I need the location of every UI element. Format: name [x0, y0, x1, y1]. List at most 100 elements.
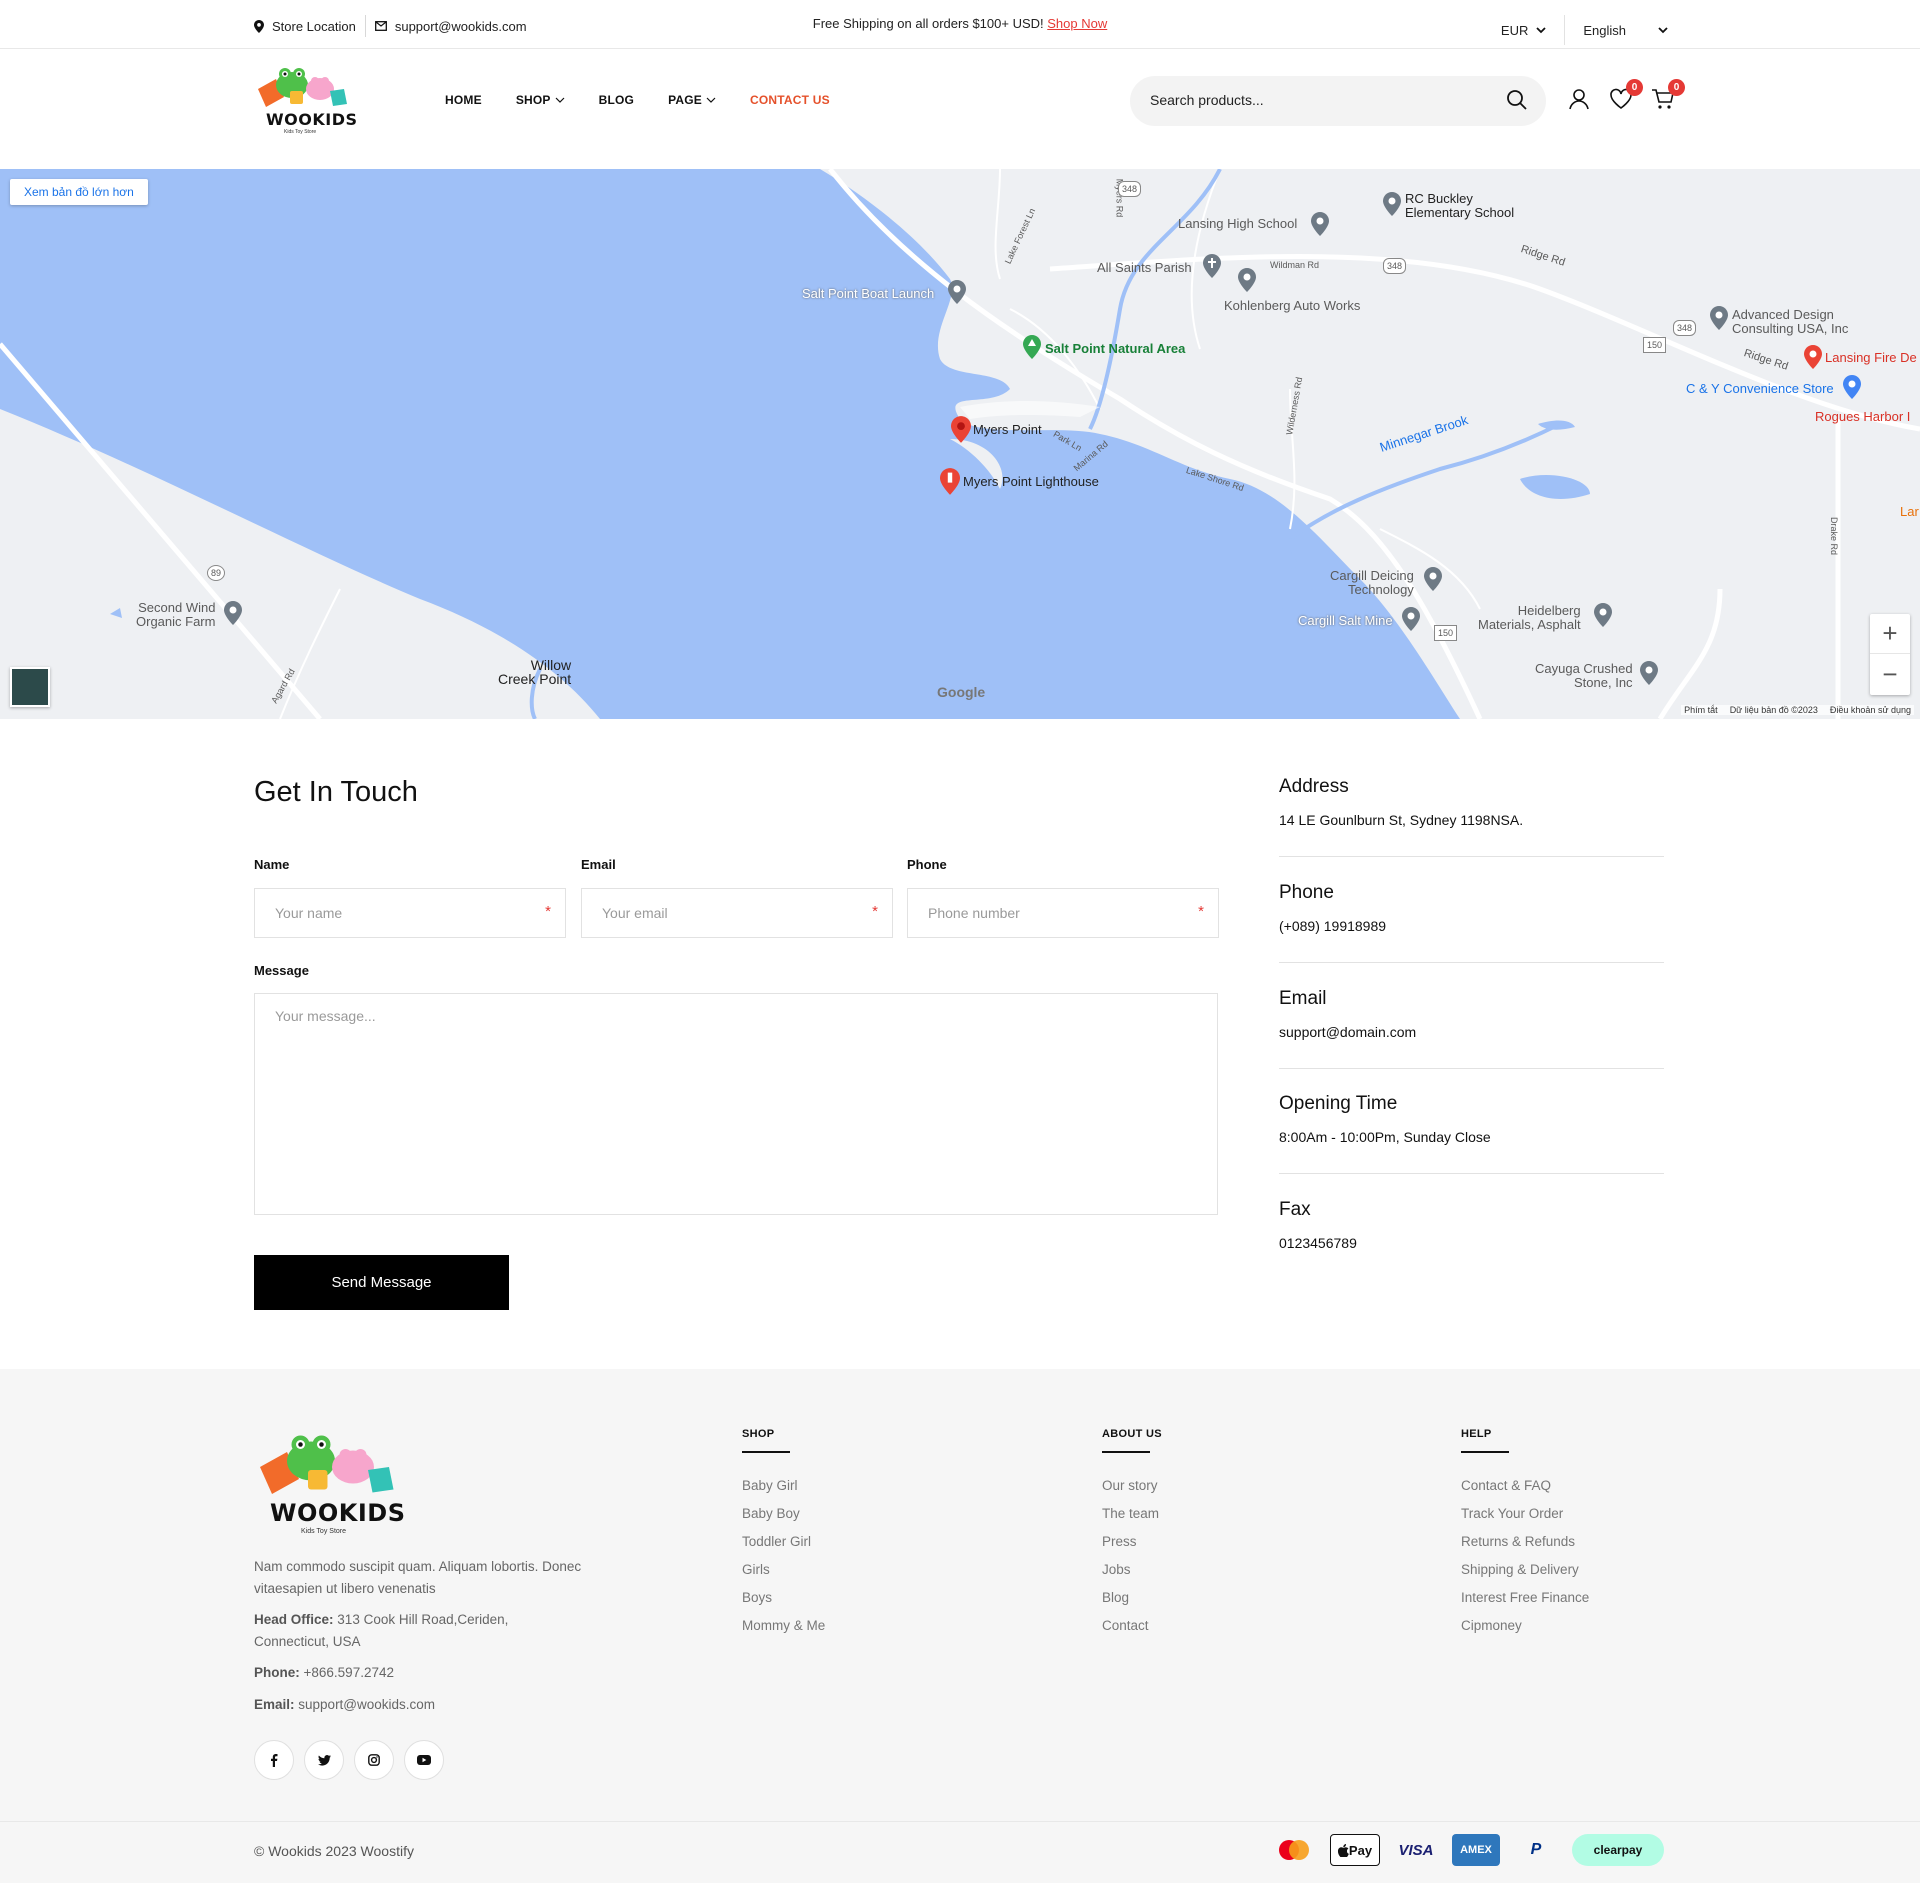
footer-link[interactable]: Mommy & Me — [742, 1617, 825, 1635]
map-label: Cayuga Crushed Stone, Inc — [1535, 661, 1633, 690]
footer-link[interactable]: Our story — [1102, 1477, 1162, 1495]
route-shield: 348 — [1383, 258, 1407, 274]
name-field[interactable]: Your name * — [254, 888, 566, 938]
location-pin-icon[interactable] — [1238, 268, 1256, 292]
footer-link[interactable]: Interest Free Finance — [1461, 1589, 1589, 1607]
lighthouse-pin-icon[interactable] — [940, 468, 960, 495]
route-shield: 348 — [1673, 320, 1697, 336]
email-label: Email — [581, 857, 616, 872]
youtube-button[interactable] — [404, 1740, 444, 1780]
school-pin-icon[interactable] — [1311, 212, 1329, 236]
nav-page[interactable]: PAGE — [668, 93, 716, 107]
map-canvas[interactable] — [0, 169, 1920, 719]
map-label: Salt Point Natural Area — [1045, 341, 1186, 356]
language-select[interactable]: English — [1583, 23, 1668, 38]
footer-link[interactable]: Track Your Order — [1461, 1505, 1589, 1523]
search-input[interactable]: Search products... — [1150, 92, 1264, 108]
footer-link[interactable]: Contact & FAQ — [1461, 1477, 1589, 1495]
zoom-in-button[interactable]: + — [1870, 614, 1910, 654]
chevron-down-icon — [555, 97, 565, 103]
info-value: 8:00Am - 10:00Pm, Sunday Close — [1279, 1129, 1491, 1145]
footer-link[interactable]: Boys — [742, 1589, 825, 1607]
email-field[interactable]: Your email * — [581, 888, 893, 938]
footer-logo[interactable]: WOOKIDS Kids Toy Store — [254, 1428, 405, 1540]
location-pin-icon[interactable] — [1402, 607, 1420, 631]
map-label: Wildman Rd — [1270, 260, 1320, 270]
wishlist-button[interactable]: 0 — [1609, 79, 1643, 111]
location-pin-icon[interactable] — [1424, 567, 1442, 591]
search-bar[interactable]: Search products... — [1130, 76, 1546, 126]
keyboard-shortcuts-link[interactable]: Phím tắt — [1684, 705, 1718, 715]
footer-link[interactable]: Returns & Refunds — [1461, 1533, 1589, 1551]
site-footer: WOOKIDS Kids Toy Store Nam commodo susci… — [0, 1369, 1920, 1883]
site-logo[interactable]: WOOKIDS Kids Toy Store — [254, 63, 357, 141]
location-pin-icon[interactable] — [948, 280, 966, 304]
divider — [1279, 856, 1664, 857]
user-icon — [1569, 89, 1589, 110]
instagram-button[interactable] — [354, 1740, 394, 1780]
map-label: Lansing High School — [1178, 216, 1298, 231]
phone-field[interactable]: Phone number * — [907, 888, 1219, 938]
logo-wordmark: WOOKIDS — [266, 110, 358, 129]
footer-email: Email: support@wookids.com — [254, 1694, 435, 1716]
footer-link[interactable]: Shipping & Delivery — [1461, 1561, 1589, 1579]
location-pin-icon[interactable] — [1383, 192, 1401, 216]
phone-value: +866.597.2742 — [303, 1665, 394, 1680]
message-textarea[interactable]: Your message... — [254, 993, 1218, 1215]
footer-link[interactable]: Girls — [742, 1561, 825, 1579]
map-layer-toggle[interactable] — [10, 667, 50, 707]
logo-tagline: Kids Toy Store — [284, 129, 317, 135]
chevron-down-icon — [1658, 26, 1668, 33]
route-shield: 150 — [1643, 337, 1667, 353]
footer-link[interactable]: Toddler Girl — [742, 1533, 825, 1551]
top-bar-right: EUR English — [1501, 15, 1668, 45]
youtube-icon — [417, 1755, 431, 1765]
name-label: Name — [254, 857, 290, 872]
required-mark: * — [872, 903, 878, 920]
map-label: Drake Rd — [1829, 516, 1840, 556]
message-placeholder: Your message... — [275, 1008, 376, 1024]
location-pin-icon[interactable] — [1594, 603, 1612, 627]
account-button[interactable] — [1567, 87, 1591, 111]
store-pin-icon[interactable] — [1843, 375, 1861, 399]
nav-shop-label: SHOP — [515, 93, 551, 107]
location-pin-icon[interactable] — [224, 601, 242, 625]
view-larger-map-button[interactable]: Xem bản đồ lớn hơn — [10, 179, 148, 205]
footer-link[interactable]: The team — [1102, 1505, 1162, 1523]
footer-link[interactable]: Cipmoney — [1461, 1617, 1589, 1635]
cart-button[interactable]: 0 — [1651, 79, 1685, 111]
logo-mascot-icon — [258, 68, 347, 107]
zoom-out-button[interactable]: − — [1870, 654, 1910, 694]
church-pin-icon[interactable] — [1203, 254, 1221, 278]
amex-icon: AMEX — [1452, 1834, 1500, 1866]
payment-methods: Pay VISA AMEX P clearpay — [1270, 1834, 1664, 1866]
fire-station-pin-icon[interactable] — [1804, 345, 1822, 369]
currency-select[interactable]: EUR — [1501, 23, 1546, 38]
footer-link[interactable]: Jobs — [1102, 1561, 1162, 1579]
park-pin-icon[interactable] — [1023, 335, 1041, 359]
nav-contact-us[interactable]: CONTACT US — [750, 93, 830, 107]
footer-link[interactable]: Blog — [1102, 1589, 1162, 1607]
copyright-text: © Wookids 2023 Woostify — [254, 1843, 414, 1859]
footer-link[interactable]: Contact — [1102, 1617, 1162, 1635]
send-message-button[interactable]: Send Message — [254, 1255, 509, 1310]
terms-link[interactable]: Điều khoản sử dụng — [1830, 705, 1911, 715]
search-icon[interactable] — [1506, 89, 1528, 111]
location-pin-icon[interactable] — [951, 416, 971, 443]
footer-column-about: ABOUT US Our story The team Press Jobs B… — [1102, 1428, 1162, 1635]
nav-blog[interactable]: BLOG — [599, 93, 634, 107]
apple-icon — [1337, 1843, 1349, 1857]
shop-now-link[interactable]: Shop Now — [1047, 16, 1107, 31]
footer-link[interactable]: Baby Girl — [742, 1477, 825, 1495]
location-pin-icon[interactable] — [1710, 306, 1728, 330]
header-icons: 0 0 — [1567, 79, 1685, 111]
footer-link[interactable]: Press — [1102, 1533, 1162, 1551]
map-embed[interactable]: Xem bản đồ lớn hơn RC Buckley Elementary… — [0, 169, 1920, 719]
location-pin-icon[interactable] — [1640, 661, 1658, 685]
nav-shop[interactable]: SHOP — [516, 93, 565, 107]
nav-home[interactable]: HOME — [445, 93, 482, 107]
footer-link[interactable]: Baby Boy — [742, 1505, 825, 1523]
map-label: All Saints Parish — [1097, 260, 1192, 275]
twitter-button[interactable] — [304, 1740, 344, 1780]
facebook-button[interactable] — [254, 1740, 294, 1780]
